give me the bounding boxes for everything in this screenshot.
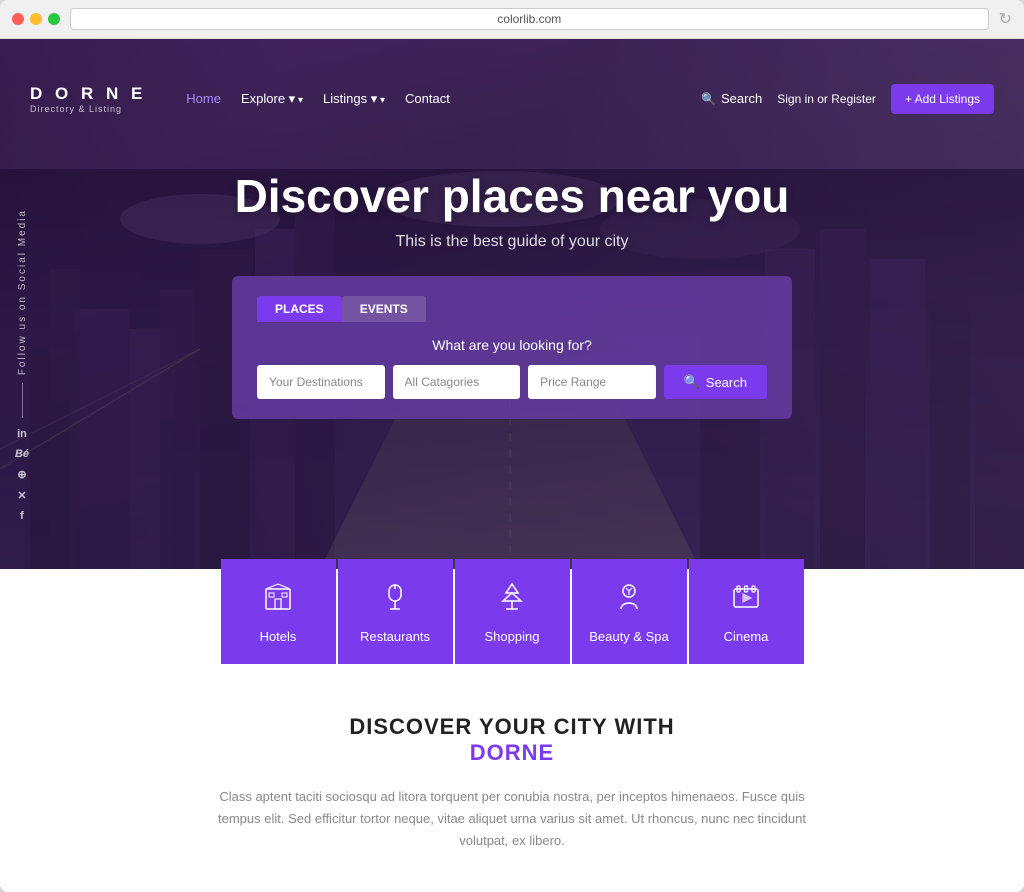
facebook-icon[interactable]: f bbox=[20, 510, 24, 522]
discover-brand: DORNE bbox=[30, 740, 994, 766]
search-btn-label: Search bbox=[706, 375, 747, 390]
browser-window: colorlib.com ↻ bbox=[0, 0, 1024, 892]
price-select[interactable]: Price Range bbox=[528, 365, 656, 399]
category-shopping[interactable]: Shopping bbox=[455, 559, 570, 664]
linkedin-icon[interactable]: in bbox=[17, 428, 27, 440]
social-icons: in Bé ⊕ ✕ f bbox=[15, 428, 29, 522]
shopping-label: Shopping bbox=[485, 629, 540, 644]
category-hotels[interactable]: Hotels bbox=[221, 559, 336, 664]
site-logo[interactable]: D O R N E Directory & Listing bbox=[30, 84, 146, 114]
search-label: Search bbox=[721, 91, 762, 106]
tab-places[interactable]: PLACES bbox=[257, 296, 342, 322]
auth-link[interactable]: Sign in or Register bbox=[777, 92, 876, 106]
hero-title: Discover places near you bbox=[0, 169, 1024, 223]
beauty-spa-label: Beauty & Spa bbox=[589, 629, 669, 644]
browser-chrome: colorlib.com ↻ bbox=[0, 0, 1024, 39]
add-listings-button[interactable]: + Add Listings bbox=[891, 84, 994, 114]
restaurants-label: Restaurants bbox=[360, 629, 430, 644]
category-cards: Hotels Restaurants bbox=[0, 559, 1024, 664]
social-divider bbox=[22, 383, 23, 418]
search-tabs: PLACES EVENTS bbox=[257, 296, 767, 322]
discover-title-line1: DISCOVER YOUR CITY WITH bbox=[30, 714, 994, 740]
twitter-icon[interactable]: ✕ bbox=[17, 489, 26, 502]
cinema-icon bbox=[699, 581, 794, 620]
search-btn-icon: 🔍 bbox=[684, 374, 700, 390]
category-select[interactable]: All Catagories bbox=[393, 365, 521, 399]
maximize-button[interactable] bbox=[48, 13, 60, 25]
social-sidebar: Follow us on Social Media in Bé ⊕ ✕ f bbox=[0, 209, 44, 522]
hotels-label: Hotels bbox=[260, 629, 297, 644]
minimize-button[interactable] bbox=[30, 13, 42, 25]
discover-body: Class aptent taciti sociosqu ad litora t… bbox=[202, 786, 822, 852]
cinema-label: Cinema bbox=[724, 629, 769, 644]
hero-subtitle: This is the best guide of your city bbox=[0, 233, 1024, 251]
search-icon: 🔍 bbox=[701, 92, 716, 106]
logo-title: D O R N E bbox=[30, 84, 146, 104]
tab-events[interactable]: EVENTS bbox=[342, 296, 426, 322]
search-box: PLACES EVENTS What are you looking for? … bbox=[232, 276, 792, 419]
site-content: D O R N E Directory & Listing Home Explo… bbox=[0, 39, 1024, 892]
nav-right: 🔍 Search Sign in or Register + Add Listi… bbox=[701, 84, 994, 114]
navbar: D O R N E Directory & Listing Home Explo… bbox=[0, 71, 1024, 126]
logo-subtitle: Directory & Listing bbox=[30, 104, 146, 114]
search-row: Your Destinations All Catagories Price R… bbox=[257, 365, 767, 399]
shopping-icon bbox=[465, 581, 560, 620]
close-button[interactable] bbox=[12, 13, 24, 25]
category-beauty-spa[interactable]: Beauty & Spa bbox=[572, 559, 687, 664]
globe-icon[interactable]: ⊕ bbox=[17, 468, 26, 481]
nav-explore[interactable]: Explore ▾ bbox=[241, 91, 303, 107]
discover-section: DISCOVER YOUR CITY WITH DORNE Class apte… bbox=[0, 664, 1024, 892]
nav-links: Home Explore ▾ Listings ▾ Contact bbox=[186, 91, 450, 107]
address-bar[interactable]: colorlib.com bbox=[70, 8, 989, 30]
category-restaurants[interactable]: Restaurants bbox=[338, 559, 453, 664]
destination-select[interactable]: Your Destinations bbox=[257, 365, 385, 399]
search-button[interactable]: 🔍 Search bbox=[664, 365, 767, 399]
search-trigger[interactable]: 🔍 Search bbox=[701, 91, 762, 106]
hotels-icon bbox=[231, 581, 326, 620]
nav-contact[interactable]: Contact bbox=[405, 91, 450, 106]
nav-home[interactable]: Home bbox=[186, 91, 221, 106]
behance-icon[interactable]: Bé bbox=[15, 448, 29, 460]
social-label: Follow us on Social Media bbox=[17, 209, 28, 375]
refresh-icon[interactable]: ↻ bbox=[999, 9, 1012, 29]
search-prompt: What are you looking for? bbox=[257, 337, 767, 353]
traffic-lights bbox=[12, 13, 60, 25]
restaurants-icon bbox=[348, 581, 443, 620]
nav-listings[interactable]: Listings ▾ bbox=[323, 91, 385, 107]
category-cinema[interactable]: Cinema bbox=[689, 559, 804, 664]
hero-section: D O R N E Directory & Listing Home Explo… bbox=[0, 39, 1024, 569]
beauty-spa-icon bbox=[582, 581, 677, 620]
